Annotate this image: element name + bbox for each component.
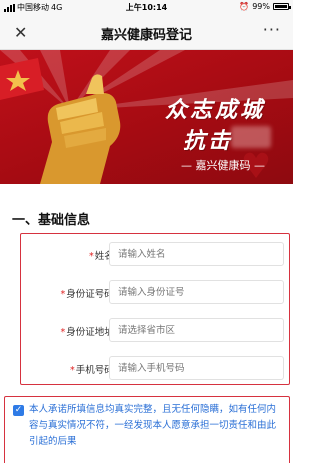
form-row-phone: *手机号码: (21, 356, 289, 382)
banner-slogan-line1: 众志成城 (164, 97, 265, 123)
alarm-icon: ⏰ (239, 2, 250, 11)
agreement-checkbox[interactable]: ✓ (13, 405, 24, 416)
form-row-id-number: *身份证号码: (21, 280, 289, 306)
banner: 众志成城 抗击 — 嘉兴健康码 — (0, 50, 293, 184)
form-row-name: *姓名: (21, 242, 289, 268)
more-options-icon[interactable]: ··· (263, 20, 281, 39)
id-address-select[interactable] (109, 318, 284, 342)
banner-subtitle: — 嘉兴健康码 — (181, 159, 265, 172)
page-title: 嘉兴健康码登记 (100, 28, 192, 43)
agreement-section: ✓ 本人承诺所填信息均真实完整，且无任何隐瞒，如有任何内容与真实情况不符，一经发… (4, 396, 290, 463)
required-mark: * (60, 327, 66, 338)
battery-fill (275, 5, 287, 8)
agreement-text: 本人承诺所填信息均真实完整，且无任何隐瞒，如有任何内容与真实情况不符，一经发现本… (29, 404, 277, 447)
required-mark: * (89, 251, 94, 262)
status-bar: 中国移动 4G 上午10:14 ⏰ 99% (0, 0, 293, 14)
required-mark: * (70, 365, 75, 376)
battery-percent: 99% (252, 2, 270, 11)
id-number-input[interactable] (109, 280, 284, 304)
status-right: ⏰ 99% (239, 2, 291, 11)
phone-input[interactable] (109, 356, 284, 380)
section-title: 一、基础信息 (12, 213, 91, 228)
blurred-text (231, 126, 271, 148)
required-mark: * (60, 289, 66, 300)
form-row-id-address: *身份证地址: (21, 318, 289, 344)
battery-icon (273, 3, 291, 10)
basic-info-form: *姓名: *身份证号码: *身份证地址: *手机号码: (20, 233, 290, 385)
name-input[interactable] (109, 242, 284, 266)
banner-slogan-line2: 抗击 (182, 128, 233, 154)
nav-bar: ✕ 嘉兴健康码登记 ··· (0, 14, 293, 50)
